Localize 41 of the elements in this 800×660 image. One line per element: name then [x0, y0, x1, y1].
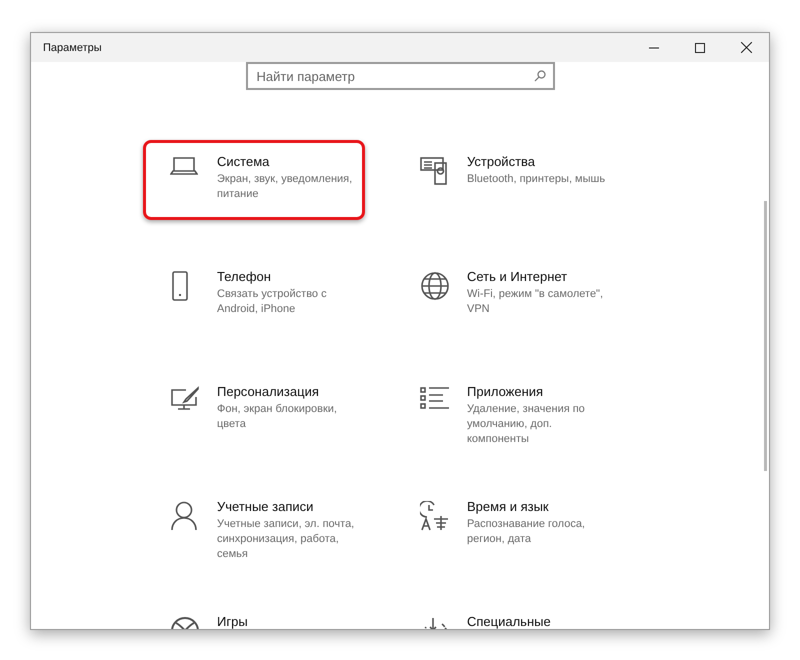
tile-title: Устройства — [467, 154, 536, 169]
settings-tile[interactable]: Устройства Bluetooth, принтеры, мышь — [393, 140, 615, 220]
tile-title: Приложения — [467, 384, 544, 399]
tile-description: Wi-Fi, режим "в самолете", VPN — [467, 287, 604, 317]
paint-monitor-icon — [170, 386, 200, 412]
close-icon — [740, 42, 752, 53]
tile-title: Персонализация — [217, 384, 320, 399]
window-title: Параметры — [42, 42, 103, 54]
settings-tile[interactable]: Специальные — [393, 600, 615, 629]
settings-tile[interactable]: Игры — [143, 600, 365, 629]
phone-icon — [170, 271, 190, 301]
maximize-icon — [695, 42, 705, 52]
tile-description: Удаление, значения по умолчанию, доп. компоненты — [467, 402, 586, 447]
clock-language-icon — [420, 501, 450, 531]
globe-icon — [420, 271, 450, 301]
tile-description: Фон, экран блокировки, цвета — [217, 402, 338, 432]
tile-description: Распознавание голоса, регион, дата — [467, 517, 586, 547]
settings-tile[interactable]: Учетные записи Учетные записи, эл. почта, синхронизация, работа, семья — [143, 485, 365, 565]
settings-tile[interactable]: Сеть и Интернет Wi-Fi, режим "в самолете", VPN — [393, 255, 615, 335]
settings-tile[interactable]: Система Экран, звук, уведомления, питание — [143, 140, 365, 220]
tile-description: Учетные записи, эл. почта, синхронизация, работа, семья — [217, 517, 356, 562]
laptop-icon — [170, 156, 198, 176]
tile-title: Сеть и Интернет — [467, 269, 568, 284]
tile-description: Bluetooth, принтеры, мышь — [467, 172, 606, 187]
settings-tile[interactable]: Персонализация Фон, экран блокировки, цвета — [143, 370, 365, 450]
tile-description: Экран, звук, уведомления, питание — [217, 172, 354, 202]
settings-tile[interactable]: Время и язык Распознавание голоса, регион, дата — [393, 485, 615, 565]
tile-description: Связать устройство с Android, iPhone — [217, 287, 328, 317]
tile-title: Учетные записи — [217, 499, 314, 514]
person-icon — [170, 501, 198, 531]
tile-title: Телефон — [217, 269, 272, 284]
search-icon — [534, 70, 546, 82]
tile-title: Специальные — [467, 614, 552, 629]
minimize-icon — [649, 46, 659, 48]
tile-title: Игры — [217, 614, 249, 629]
settings-tile[interactable]: Телефон Связать устройство с Android, iPhone — [143, 255, 365, 335]
tile-title: Время и язык — [467, 499, 550, 514]
settings-tile[interactable]: Приложения Удаление, значения по умолчанию, доп. компоненты — [393, 370, 615, 450]
search-field[interactable]: Найти параметр — [246, 62, 554, 90]
tile-title: Система — [217, 154, 270, 169]
keyboard-speaker-icon — [420, 156, 448, 186]
